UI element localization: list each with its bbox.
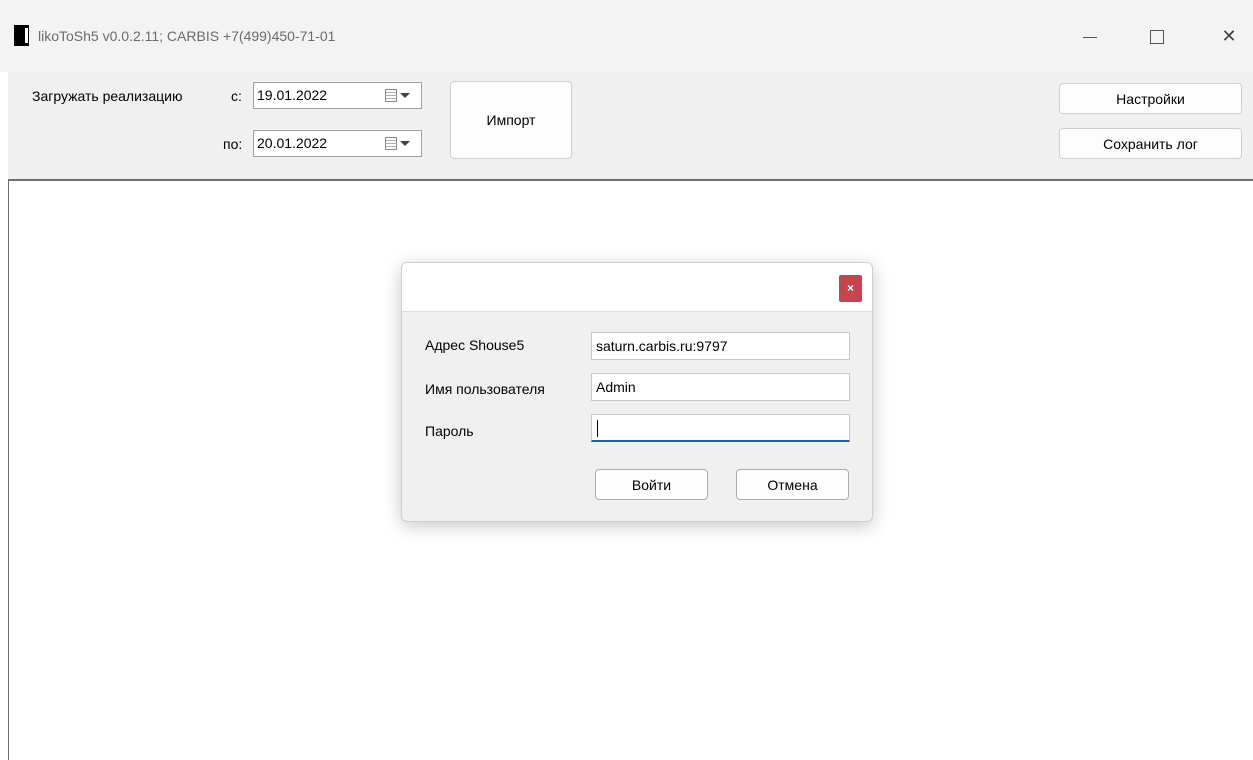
settings-button[interactable]: Настройки bbox=[1059, 83, 1242, 114]
maximize-icon bbox=[1150, 30, 1164, 45]
to-date-value: 20.01.2022 bbox=[257, 135, 328, 151]
minimize-icon bbox=[1083, 36, 1097, 38]
to-label: по: bbox=[223, 136, 243, 152]
maximize-button[interactable] bbox=[1140, 22, 1174, 50]
toolbar: Загружать реализацию с: 19.01.2022 по: 2… bbox=[8, 72, 1253, 181]
text-caret bbox=[597, 420, 598, 437]
dialog-close-button[interactable]: × bbox=[839, 275, 862, 302]
from-label: с: bbox=[231, 88, 242, 104]
from-date-value: 19.01.2022 bbox=[257, 87, 328, 103]
address-label: Адрес Shouse5 bbox=[425, 337, 525, 353]
calendar-dropdown[interactable] bbox=[385, 88, 415, 104]
import-button[interactable]: Импорт bbox=[450, 81, 572, 159]
minimize-button[interactable] bbox=[1073, 22, 1107, 50]
address-value: saturn.carbis.ru:9797 bbox=[596, 338, 728, 354]
cancel-button[interactable]: Отмена bbox=[736, 469, 849, 500]
dialog-header[interactable]: × bbox=[402, 263, 872, 312]
login-button[interactable]: Войти bbox=[595, 469, 708, 500]
close-icon: × bbox=[846, 281, 854, 295]
load-sales-label: Загружать реализацию bbox=[32, 88, 183, 104]
window-title: likoToSh5 v0.0.2.11; CARBIS +7(499)450-7… bbox=[38, 28, 336, 44]
address-input[interactable]: saturn.carbis.ru:9797 bbox=[591, 332, 850, 360]
username-input[interactable]: Admin bbox=[591, 373, 850, 401]
calendar-dropdown[interactable] bbox=[385, 136, 415, 152]
password-input[interactable] bbox=[591, 414, 850, 442]
login-dialog: × Адрес Shouse5 saturn.carbis.ru:9797 Им… bbox=[401, 262, 873, 522]
to-date-picker[interactable]: 20.01.2022 bbox=[253, 130, 422, 157]
close-icon: ✕ bbox=[1221, 26, 1237, 46]
chevron-down-icon bbox=[400, 93, 410, 98]
password-label: Пароль bbox=[425, 423, 474, 439]
close-window-button[interactable]: ✕ bbox=[1212, 22, 1246, 50]
main-window: likoToSh5 v0.0.2.11; CARBIS +7(499)450-7… bbox=[0, 0, 1253, 760]
save-log-button[interactable]: Сохранить лог bbox=[1059, 128, 1242, 159]
app-icon bbox=[14, 25, 29, 46]
calendar-icon bbox=[385, 89, 397, 102]
from-date-picker[interactable]: 19.01.2022 bbox=[253, 82, 422, 109]
calendar-icon bbox=[385, 137, 397, 150]
username-label: Имя пользователя bbox=[425, 381, 545, 397]
username-value: Admin bbox=[596, 379, 636, 395]
chevron-down-icon bbox=[400, 141, 410, 146]
title-bar[interactable]: likoToSh5 v0.0.2.11; CARBIS +7(499)450-7… bbox=[0, 0, 1253, 72]
